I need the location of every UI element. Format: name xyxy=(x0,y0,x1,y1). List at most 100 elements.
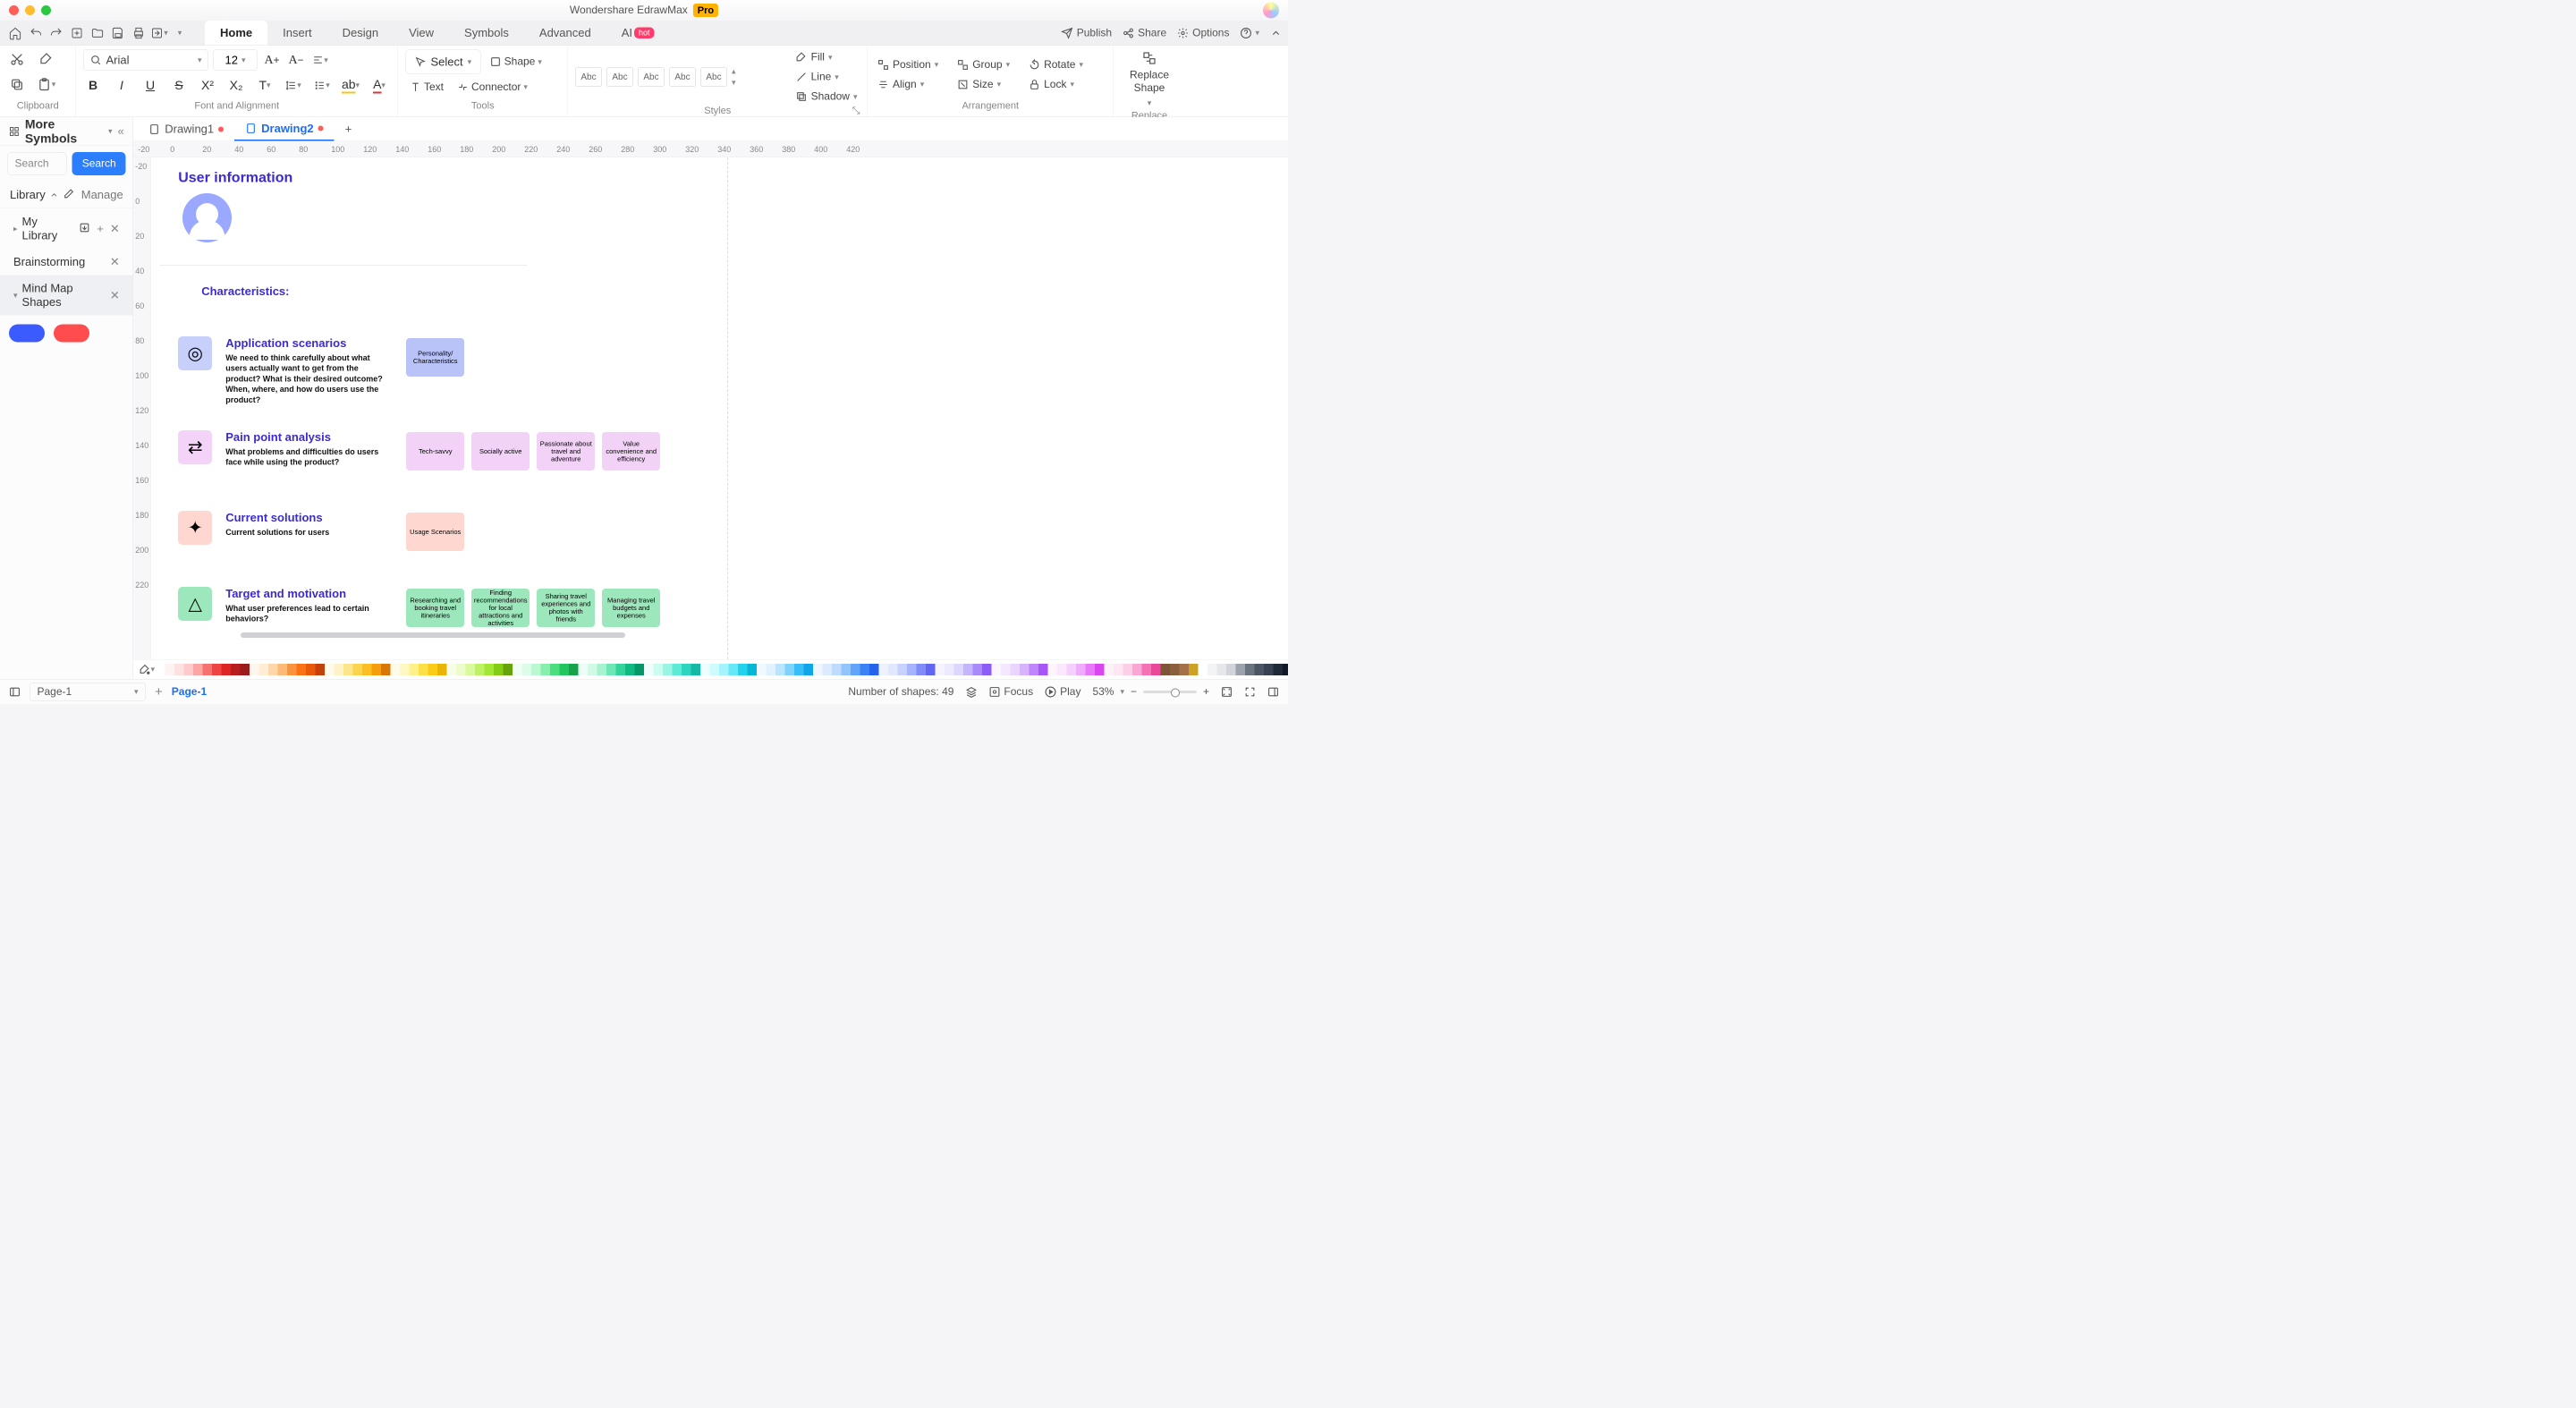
color-swatch[interactable] xyxy=(832,664,842,675)
section-icon[interactable]: ✦ xyxy=(178,511,212,545)
style-swatch[interactable]: Abc xyxy=(638,67,665,87)
color-swatch[interactable] xyxy=(1283,664,1288,675)
panel-toggle-icon[interactable] xyxy=(9,686,21,698)
color-swatch[interactable] xyxy=(316,664,326,675)
import-icon[interactable] xyxy=(79,222,90,233)
sidebar-item-mylibrary[interactable]: ▸ My Library + ✕ xyxy=(0,208,133,249)
style-swatch[interactable]: Abc xyxy=(669,67,696,87)
color-swatch[interactable] xyxy=(842,664,852,675)
color-swatch[interactable] xyxy=(165,664,175,675)
color-swatch[interactable] xyxy=(936,664,945,675)
tab-home[interactable]: Home xyxy=(205,21,267,46)
color-swatch[interactable] xyxy=(879,664,889,675)
connector-tool[interactable]: Connector▾ xyxy=(453,78,532,96)
color-swatch[interactable] xyxy=(485,664,495,675)
color-swatch[interactable] xyxy=(579,664,589,675)
color-swatch[interactable] xyxy=(212,664,222,675)
color-swatch[interactable] xyxy=(691,664,701,675)
color-swatch[interactable] xyxy=(597,664,607,675)
section-title[interactable]: Target and motivation xyxy=(225,587,386,601)
layers-icon[interactable] xyxy=(965,686,977,698)
color-swatch[interactable] xyxy=(860,664,870,675)
minimize-window-button[interactable] xyxy=(25,5,35,15)
color-swatch[interactable] xyxy=(851,664,860,675)
tab-insert[interactable]: Insert xyxy=(267,21,327,46)
close-icon[interactable]: ✕ xyxy=(110,222,120,236)
color-swatch[interactable] xyxy=(447,664,457,675)
color-swatch[interactable] xyxy=(813,664,823,675)
close-window-button[interactable] xyxy=(9,5,19,15)
font-color-button[interactable]: A▾ xyxy=(369,75,389,95)
color-swatch[interactable] xyxy=(1264,664,1274,675)
color-swatch[interactable] xyxy=(241,664,250,675)
card-shape[interactable]: Managing travel budgets and expenses xyxy=(602,589,660,627)
copy-icon[interactable] xyxy=(7,74,27,94)
color-swatch[interactable] xyxy=(504,664,513,675)
color-swatch[interactable] xyxy=(325,664,335,675)
color-swatch[interactable] xyxy=(992,664,1002,675)
card-shape[interactable]: Tech-savvy xyxy=(406,432,464,471)
color-swatch[interactable] xyxy=(372,664,382,675)
color-swatch[interactable] xyxy=(156,664,165,675)
section-title[interactable]: Pain point analysis xyxy=(225,430,386,445)
color-swatch[interactable] xyxy=(456,664,466,675)
zoom-out-button[interactable]: − xyxy=(1131,685,1137,698)
chevron-up-icon[interactable] xyxy=(50,189,59,200)
collapse-ribbon-icon[interactable] xyxy=(1270,27,1282,38)
color-swatch[interactable] xyxy=(954,664,964,675)
color-swatch[interactable] xyxy=(231,664,241,675)
color-swatch[interactable] xyxy=(297,664,307,675)
color-swatch[interactable] xyxy=(682,664,691,675)
page-select[interactable]: Page-1▾ xyxy=(30,683,146,701)
sidebar-item-brainstorming[interactable]: Brainstorming ✕ xyxy=(0,249,133,276)
section-title[interactable]: Current solutions xyxy=(225,511,329,525)
section-title[interactable]: Application scenarios xyxy=(225,336,386,351)
print-icon[interactable] xyxy=(130,24,148,42)
color-swatch[interactable] xyxy=(719,664,729,675)
replace-shape-button[interactable]: Replace Shape▾ xyxy=(1127,49,1172,109)
color-swatch[interactable] xyxy=(644,664,654,675)
color-swatch[interactable] xyxy=(335,664,344,675)
share-button[interactable]: Share xyxy=(1123,27,1166,39)
color-swatch[interactable] xyxy=(1057,664,1067,675)
undo-icon[interactable] xyxy=(27,24,45,42)
cut-icon[interactable] xyxy=(7,49,27,69)
paste-icon[interactable]: ▾ xyxy=(37,74,56,94)
color-swatch[interactable] xyxy=(757,664,767,675)
color-swatch[interactable] xyxy=(869,664,879,675)
color-swatch[interactable] xyxy=(1161,664,1171,675)
symbol-search-input[interactable]: Search xyxy=(7,152,67,175)
new-icon[interactable] xyxy=(68,24,86,42)
color-swatch[interactable] xyxy=(738,664,748,675)
add-page-button[interactable]: + xyxy=(155,684,163,700)
tab-advanced[interactable]: Advanced xyxy=(524,21,606,46)
properties-icon[interactable] xyxy=(1267,686,1279,698)
color-swatch[interactable] xyxy=(513,664,522,675)
tab-design[interactable]: Design xyxy=(327,21,394,46)
style-gallery[interactable]: Abc Abc Abc Abc Abc ▴▾ xyxy=(575,67,784,88)
color-swatch[interactable] xyxy=(917,664,927,675)
shape-thumbnail[interactable] xyxy=(9,325,45,343)
maximize-window-button[interactable] xyxy=(41,5,51,15)
color-swatch[interactable] xyxy=(1245,664,1255,675)
focus-button[interactable]: Focus xyxy=(988,685,1033,698)
color-swatch[interactable] xyxy=(193,664,203,675)
help-icon[interactable]: ▾ xyxy=(1240,27,1259,38)
group-button[interactable]: Group▾ xyxy=(954,56,1013,72)
color-swatch[interactable] xyxy=(748,664,758,675)
color-swatch[interactable] xyxy=(729,664,739,675)
line-spacing-button[interactable]: ▾ xyxy=(284,75,303,95)
color-swatch[interactable] xyxy=(823,664,833,675)
underline-button[interactable]: U xyxy=(140,75,160,95)
color-swatch[interactable] xyxy=(494,664,504,675)
characteristics-label[interactable]: Characteristics: xyxy=(201,284,289,299)
align-icon[interactable]: ▾ xyxy=(310,50,330,70)
edit-icon[interactable] xyxy=(64,188,75,199)
color-swatch[interactable] xyxy=(673,664,682,675)
color-swatch[interactable] xyxy=(1132,664,1142,675)
color-swatch[interactable] xyxy=(963,664,973,675)
color-swatch[interactable] xyxy=(973,664,983,675)
color-swatch[interactable] xyxy=(381,664,391,675)
color-swatch[interactable] xyxy=(1170,664,1180,675)
tab-view[interactable]: View xyxy=(394,21,449,46)
